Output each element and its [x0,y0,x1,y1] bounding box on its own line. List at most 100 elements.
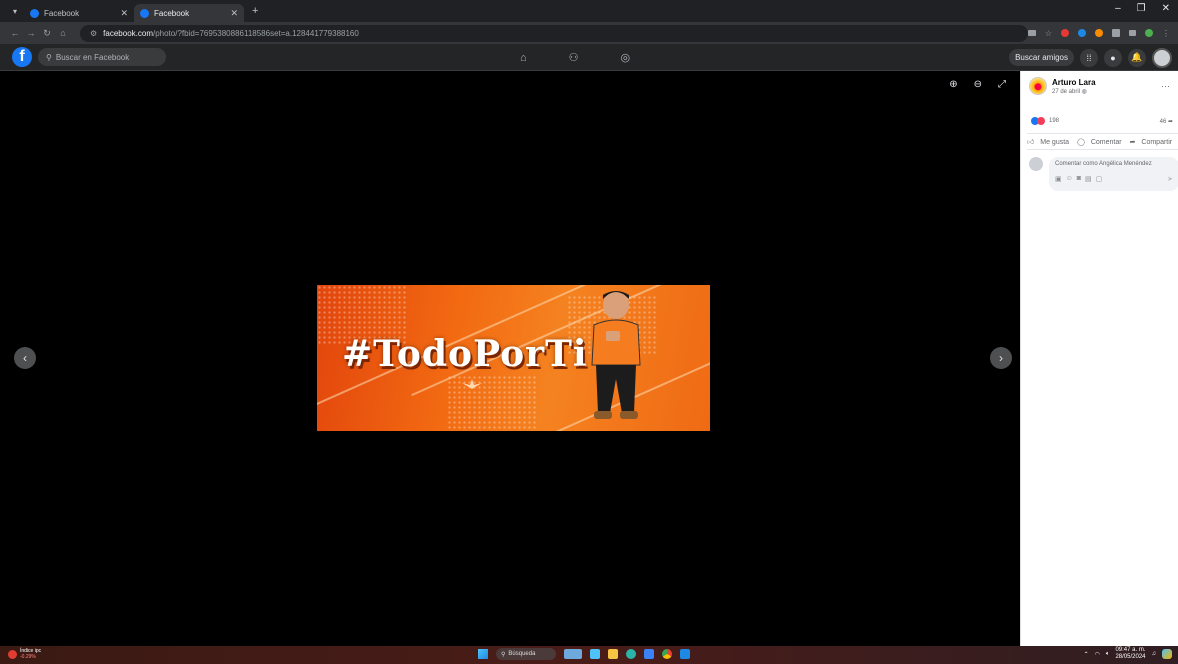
edge-browser-icon[interactable] [626,649,636,659]
zoom-out-icon[interactable]: ⊖ [974,79,982,90]
photo-viewer: ⊕ ⊖ ⤢ ‹ › #TodoPorTi [7,71,1020,646]
close-tab-icon[interactable]: ✕ [120,8,128,19]
search-placeholder: Buscar en Facebook [55,52,130,62]
photo-image: #TodoPorTi [317,285,710,431]
browser-tab-active[interactable]: Facebook ✕ [134,4,244,22]
menu-dots-icon[interactable]: ⋮ [1162,29,1170,38]
reactions-count[interactable]: 198 [1049,118,1059,124]
friends-nav-icon[interactable]: ⚇ [569,51,579,64]
avatar-sticker-icon[interactable]: ▣ [1055,175,1062,183]
store-icon[interactable] [644,649,654,659]
groups-nav-icon[interactable]: ◎ [621,51,631,64]
previous-photo-button[interactable]: ‹ [14,347,36,369]
post-date[interactable]: 27 de abril [1052,89,1080,95]
profile-icon[interactable] [1145,29,1153,37]
reactions-summary: 198 46 ➦ [1031,117,1173,125]
author-avatar[interactable] [1029,77,1047,95]
file-explorer-icon[interactable] [608,649,618,659]
media-icon[interactable] [1129,30,1136,36]
notification-bell-icon[interactable]: ♫ [1152,651,1157,657]
restore-icon[interactable]: ❐ [1137,3,1146,14]
account-avatar[interactable] [1152,47,1172,68]
reload-icon[interactable]: ↻ [40,28,54,39]
gif-icon[interactable]: ▤ [1085,175,1092,183]
menu-grid-icon[interactable]: ⁞⁞ [1080,48,1098,67]
like-button[interactable]: 👍︎ Me gusta [1027,137,1073,146]
clock[interactable]: 09:47 a. m. 28/05/2024 [1115,647,1145,661]
home-nav-icon[interactable]: ⌂ [520,52,527,64]
send-icon[interactable]: ➤ [1167,175,1173,183]
cast-icon[interactable] [1027,30,1036,36]
more-options-icon[interactable]: ··· [1161,81,1170,91]
find-friends-button[interactable]: Buscar amigos [1009,49,1074,66]
task-view-icon[interactable] [590,649,600,659]
forward-icon[interactable]: → [24,28,38,38]
bookmark-star-icon[interactable]: ☆ [1045,29,1052,38]
back-icon[interactable]: ← [8,28,22,38]
zoom-in-icon[interactable]: ⊕ [949,79,957,90]
facebook-favicon-icon [30,8,39,18]
address-bar[interactable]: ⚙ facebook.com /photo/?fbid=769538088611… [80,24,1028,42]
minimize-icon[interactable]: – [1115,3,1121,14]
extension-red-icon[interactable] [1061,29,1069,37]
close-tab-icon[interactable]: ✕ [230,8,238,19]
taskbar-search[interactable]: ⚲ Búsqueda [496,648,556,660]
comment-label: Comentar [1090,138,1122,146]
next-photo-button[interactable]: › [990,347,1012,369]
facebook-logo-icon[interactable]: f [12,47,32,67]
system-tray: ⌃ ◠ 🔈︎ 09:47 a. m. 28/05/2024 ♫ [1084,647,1172,661]
party-eagle-logo-icon [462,379,482,389]
tray-chevron-icon[interactable]: ⌃ [1084,651,1089,658]
thumbs-up-icon: 👍︎ [1027,139,1037,146]
close-window-icon[interactable]: ✕ [1162,3,1170,14]
tab-search-icon[interactable]: ▾ [6,7,24,16]
emoji-icon[interactable]: ☺ [1066,175,1073,183]
notifications-bell-icon[interactable]: 🔔 [1128,48,1146,67]
share-label: Compartir [1141,138,1173,146]
sticker-icon[interactable]: ▢ [1096,175,1103,183]
chrome-icon[interactable] [662,649,672,659]
url-path: /photo/?fbid=7695380886118586set=a.12844… [152,28,359,38]
comment-input[interactable]: Comentar como Angélica Menéndez ▣ ☺ ◙ ▤ … [1049,157,1178,191]
camera-icon[interactable]: ◙ [1077,175,1081,183]
wifi-icon[interactable]: ◠ [1095,651,1100,658]
window-controls: – ❐ ✕ [1115,3,1170,14]
banner-hashtag-text: #TodoPorTi [342,333,588,375]
author-name[interactable]: Arturo Lara [1052,78,1096,87]
facebook-right-nav: Buscar amigos ⁞⁞ ● 🔔 [1009,44,1172,71]
extensions-puzzle-icon[interactable] [1112,29,1120,37]
comment-placeholder: Comentar como Angélica Menéndez [1055,161,1152,167]
tab-title: Facebook [44,8,80,18]
browser-tab[interactable]: Facebook ✕ [24,4,134,22]
stock-text: Índice ipc -0.29% [20,648,41,660]
shares-count-group[interactable]: 46 ➦ [1160,118,1173,125]
globe-icon: ◍ [1081,88,1087,95]
like-label: Me gusta [1040,139,1070,146]
tab-title: Facebook [154,8,190,18]
url-host: facebook.com [103,28,153,38]
stock-widget[interactable]: Índice ipc -0.29% [8,648,41,660]
mail-icon[interactable] [680,649,690,659]
extension-orange-icon[interactable] [1095,29,1103,37]
fullscreen-icon[interactable]: ⤢ [998,79,1006,90]
share-button[interactable]: ➦ Compartir [1130,138,1177,146]
post-actions: 👍︎ Me gusta ◯ Comentar ➦ Compartir [1027,133,1178,150]
facebook-header: f ⚲ Buscar en Facebook ⌂ ⚇ ◎ Buscar amig… [0,44,1178,71]
widgets-icon[interactable] [564,649,582,659]
copilot-icon[interactable] [1162,649,1172,659]
windows-start-icon[interactable] [478,649,488,659]
site-info-icon[interactable]: ⚙ [90,29,97,38]
stock-change: -0.29% [20,654,36,660]
new-tab-icon[interactable]: + [252,5,258,17]
post-side-panel: Arturo Lara 27 de abril ◍ ··· 198 46 ➦ 👍… [1020,71,1178,646]
taskbar-search-label: Búsqueda [508,651,536,657]
home-icon[interactable]: ⌂ [56,28,70,38]
viewer-tools: ⊕ ⊖ ⤢ [949,79,1006,90]
comment-button[interactable]: ◯ Comentar [1077,138,1126,146]
love-reaction-icon [1037,117,1045,125]
messenger-icon[interactable]: ● [1104,48,1122,67]
stock-down-icon [8,649,17,659]
volume-icon[interactable]: 🔈︎ [1106,651,1110,658]
facebook-search-input[interactable]: ⚲ Buscar en Facebook [38,48,166,66]
extension-blue-icon[interactable] [1078,29,1086,37]
